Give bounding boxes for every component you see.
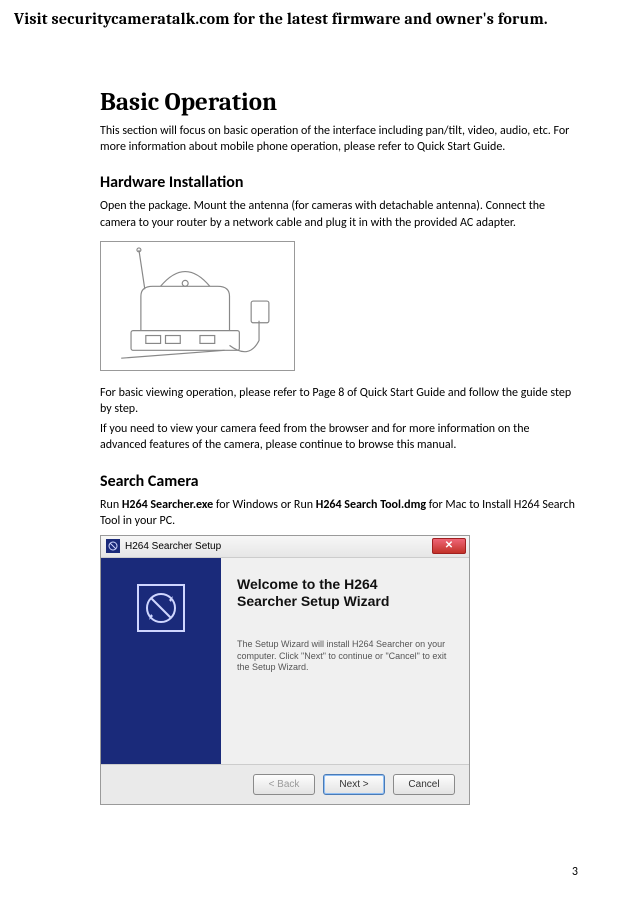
camera-illustration-icon — [101, 242, 294, 370]
wizard-main-panel: Welcome to the H264 Searcher Setup Wizar… — [221, 558, 469, 764]
run-prefix: Run — [100, 498, 122, 512]
wizard-sidebar — [101, 558, 221, 764]
close-icon[interactable]: ✕ — [432, 538, 466, 554]
hardware-paragraph: Open the package. Mount the antenna (for… — [100, 198, 578, 230]
camera-diagram — [100, 241, 295, 371]
wizard-body: Welcome to the H264 Searcher Setup Wizar… — [101, 558, 469, 764]
hardware-after-paragraph-2: If you need to view your camera feed fro… — [100, 421, 578, 453]
wizard-welcome-heading: Welcome to the H264 Searcher Setup Wizar… — [237, 576, 453, 611]
exe-windows: H264 Searcher.exe — [122, 498, 213, 512]
installer-wizard-screenshot: H264 Searcher Setup ✕ Welcome to the H26… — [100, 535, 470, 805]
wizard-titlebar: H264 Searcher Setup ✕ — [101, 536, 469, 558]
wizard-app-icon — [106, 539, 120, 553]
cancel-button[interactable]: Cancel — [393, 774, 455, 795]
run-mid1: for Windows or Run — [213, 498, 316, 512]
wizard-welcome-line1: Welcome to the H264 — [237, 576, 378, 592]
heading-hardware-installation: Hardware Installation — [100, 173, 578, 192]
wizard-footer: < Back Next > Cancel — [101, 764, 469, 804]
next-button[interactable]: Next > — [323, 774, 385, 795]
page-header-banner: Visit securitycameratalk.com for the lat… — [0, 0, 638, 28]
back-button[interactable]: < Back — [253, 774, 315, 795]
hardware-after-paragraph-1: For basic viewing operation, please refe… — [100, 385, 578, 417]
heading-search-camera: Search Camera — [100, 472, 578, 491]
wizard-logo-icon — [137, 584, 185, 632]
search-camera-paragraph: Run H264 Searcher.exe for Windows or Run… — [100, 497, 578, 529]
wizard-window-title: H264 Searcher Setup — [125, 541, 221, 552]
intro-paragraph: This section will focus on basic operati… — [100, 123, 578, 155]
page-number: 3 — [572, 865, 578, 879]
heading-basic-operation: Basic Operation — [100, 88, 578, 117]
wizard-description: The Setup Wizard will install H264 Searc… — [237, 639, 453, 674]
exe-mac: H264 Search Tool.dmg — [316, 498, 426, 512]
document-content: Basic Operation This section will focus … — [0, 28, 638, 805]
wizard-welcome-line2: Searcher Setup Wizard — [237, 593, 389, 609]
